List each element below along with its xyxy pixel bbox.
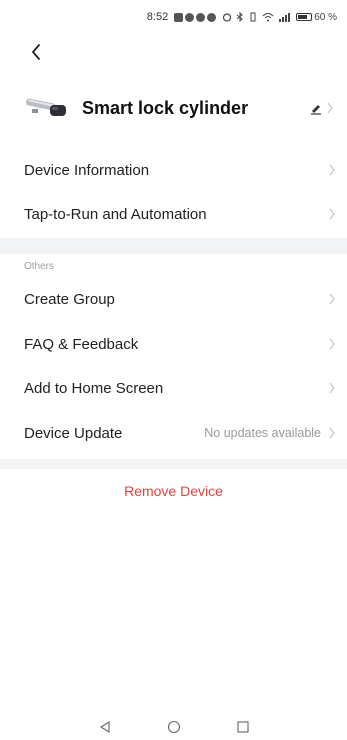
- chevron-right-icon: [327, 102, 333, 114]
- wifi-icon: [262, 13, 274, 22]
- update-status: No updates available: [204, 426, 321, 440]
- system-nav-bar: [0, 714, 347, 740]
- nav-back-button[interactable]: [96, 718, 114, 736]
- section-divider: [0, 459, 347, 469]
- status-bar: 8:52 60 %: [0, 0, 347, 34]
- system-icons: 60 %: [222, 12, 337, 23]
- square-recent-icon: [236, 721, 249, 733]
- back-button[interactable]: [24, 40, 48, 64]
- row-label: Device Information: [24, 161, 150, 179]
- battery-indicator: 60 %: [296, 12, 337, 23]
- chevron-left-icon: [32, 44, 40, 60]
- status-time: 8:52: [146, 11, 169, 23]
- battery-percent: 60 %: [314, 11, 337, 23]
- row-faq-feedback[interactable]: FAQ & Feedback: [0, 322, 347, 366]
- lock-cylinder-image: [26, 98, 66, 116]
- device-settings-screen: 8:52 60 % Smart lock cylinder Device Inf…: [0, 0, 347, 740]
- vibrate-icon: [250, 12, 256, 22]
- app-notification-icon: [185, 12, 195, 22]
- row-label: Tap-to-Run and Automation: [24, 205, 207, 223]
- row-add-to-home-screen[interactable]: Add to Home Screen: [0, 366, 347, 410]
- chevron-right-icon: [329, 427, 335, 439]
- row-label: Create Group: [24, 290, 115, 308]
- row-label: FAQ & Feedback: [24, 335, 139, 353]
- chevron-right-icon: [329, 293, 335, 305]
- edit-device-button[interactable]: [309, 101, 335, 115]
- chevron-right-icon: [329, 164, 335, 176]
- row-label: Add to Home Screen: [24, 379, 164, 397]
- alarm-icon: [223, 13, 232, 22]
- signal-icon: [279, 13, 291, 22]
- nav-home-button[interactable]: [165, 718, 183, 736]
- app-notification-icon: [207, 12, 217, 22]
- circle-home-icon: [167, 720, 180, 734]
- notification-icons: [174, 12, 217, 22]
- device-header: Smart lock cylinder: [24, 88, 335, 128]
- chevron-right-icon: [329, 338, 335, 350]
- row-create-group[interactable]: Create Group: [0, 277, 347, 321]
- nav-recent-button[interactable]: [234, 718, 252, 736]
- device-name: Smart lock cylinder: [82, 97, 249, 118]
- chevron-right-icon: [329, 208, 335, 220]
- row-device-update[interactable]: Device Update No updates available: [0, 411, 347, 455]
- triangle-back-icon: [99, 721, 110, 733]
- remove-device-button[interactable]: Remove Device: [0, 483, 347, 499]
- section-header-others: Others: [24, 261, 55, 272]
- row-device-information[interactable]: Device Information: [0, 148, 347, 192]
- bluetooth-icon: [236, 12, 243, 22]
- pencil-icon: [311, 105, 321, 115]
- battery-icon: [296, 13, 313, 21]
- section-divider: [0, 238, 347, 254]
- app-notification-icon: [196, 12, 206, 22]
- row-label: Device Update: [24, 424, 123, 442]
- app-notification-icon: [174, 12, 184, 22]
- row-tap-to-run-automation[interactable]: Tap-to-Run and Automation: [0, 192, 347, 236]
- chevron-right-icon: [329, 382, 335, 394]
